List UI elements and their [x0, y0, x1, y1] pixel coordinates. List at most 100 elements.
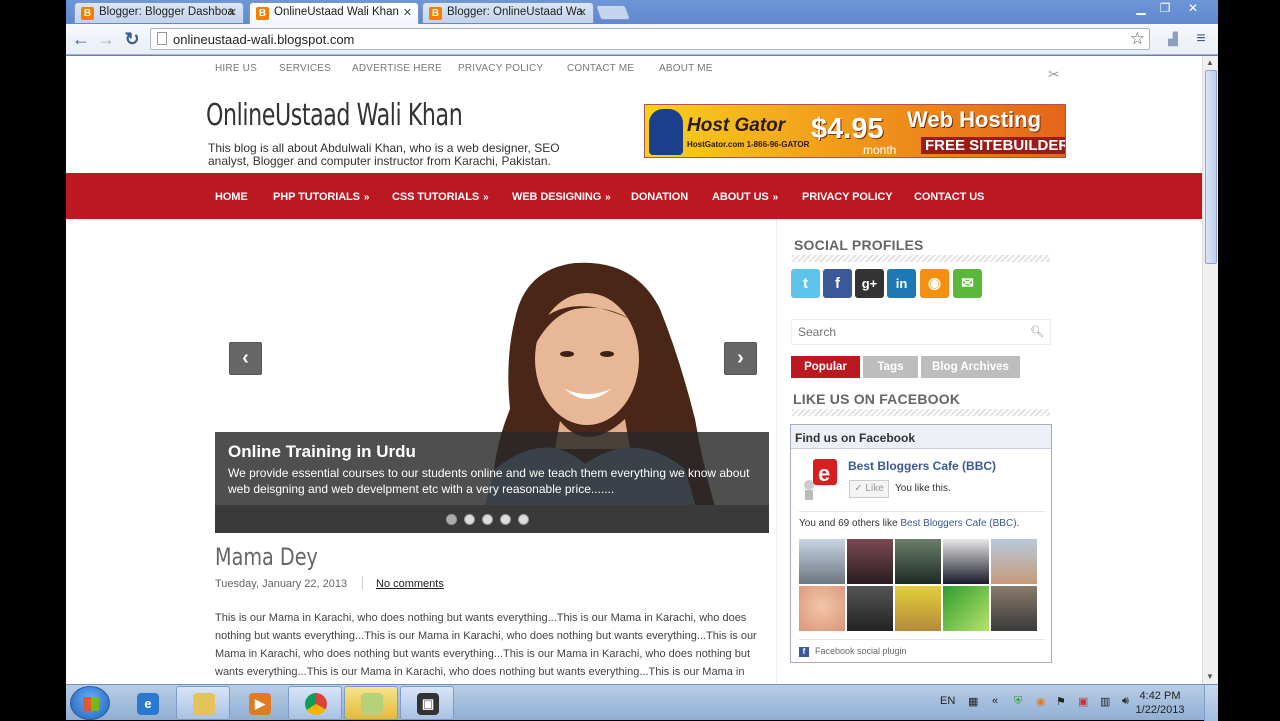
volume-icon[interactable]: 🔊︎	[1122, 695, 1129, 708]
address-bar[interactable]: ☆	[150, 28, 1150, 50]
nav-donation[interactable]: DONATION	[631, 191, 688, 203]
slide-caption: Online Training in Urdu We provide essen…	[215, 432, 769, 505]
post-date: Tuesday, January 22, 2013	[215, 578, 348, 590]
media-player-icon[interactable]: ▶	[232, 686, 286, 720]
twitter-icon[interactable]: t	[791, 269, 820, 298]
camera-app-icon[interactable]: ▣	[400, 686, 454, 720]
slide-caption-title[interactable]: Online Training in Urdu	[228, 442, 416, 462]
email-icon[interactable]: ✉	[953, 269, 982, 298]
notes-icon[interactable]	[344, 686, 398, 720]
slider-prev-button[interactable]: ‹	[229, 342, 262, 375]
fan-avatar[interactable]	[799, 539, 845, 584]
topnav-about-me[interactable]: ABOUT ME	[659, 63, 713, 74]
close-tab-icon[interactable]: ✕	[578, 6, 587, 19]
post-title[interactable]: Mama Dey	[215, 543, 318, 571]
tray-warning-icon[interactable]: ▣	[1078, 695, 1088, 708]
extension-icon[interactable]: ▟	[1162, 28, 1184, 50]
fan-avatar[interactable]	[991, 539, 1037, 584]
tab-blogger-onlineustaad[interactable]: B Blogger: OnlineUstaad Wa ✕	[422, 2, 594, 23]
slide-caption-text: We provide essential courses to our stud…	[228, 466, 750, 496]
restore-icon[interactable]: ❐	[1152, 0, 1178, 18]
fb-like-button[interactable]: ✓ Like	[849, 480, 889, 498]
slider-next-button[interactable]: ›	[724, 342, 757, 375]
fan-avatar[interactable]	[991, 586, 1037, 631]
site-title[interactable]: OnlineUstaad Wali Khan	[206, 98, 463, 133]
topnav-contact-me[interactable]: CONTACT ME	[567, 63, 634, 74]
nav-web-designing[interactable]: WEB DESIGNING»	[512, 191, 611, 203]
fan-avatar[interactable]	[895, 539, 941, 584]
hostgator-ad-banner[interactable]: Host Gator HostGator.com 1-866-96-GATOR $…	[644, 104, 1066, 158]
close-tab-icon[interactable]: ✕	[228, 6, 237, 19]
forward-arrow-icon[interactable]: →	[95, 28, 117, 50]
nav-php-tutorials[interactable]: PHP TUTORIALS»	[273, 191, 370, 203]
scroll-down-icon[interactable]: ▼	[1206, 672, 1214, 681]
slider-dot-2[interactable]	[464, 514, 475, 525]
close-tab-icon[interactable]: ✕	[403, 6, 412, 19]
fb-others-page-link[interactable]: Best Bloggers Cafe (BBC)	[900, 518, 1016, 529]
nav-css-tutorials[interactable]: CSS TUTORIALS»	[392, 191, 489, 203]
security-shield-icon[interactable]: ⛨	[1014, 695, 1022, 708]
fan-avatar[interactable]	[847, 539, 893, 584]
minimize-icon[interactable]: ▁	[1128, 0, 1154, 18]
linkedin-icon[interactable]: in	[887, 269, 916, 298]
google-plus-icon[interactable]: g+	[855, 269, 884, 298]
tools-icon[interactable]: ✂	[1048, 66, 1064, 82]
tab-onlineustaad[interactable]: B OnlineUstaad Wali Khan ✕	[249, 2, 419, 24]
start-button[interactable]	[70, 686, 110, 720]
tray-arrows-icon[interactable]: «	[992, 695, 998, 707]
topnav-privacy-policy[interactable]: PRIVACY POLICY	[458, 63, 543, 74]
network-icon[interactable]: ▥	[1100, 695, 1110, 708]
fan-avatar[interactable]	[943, 539, 989, 584]
nav-home[interactable]: HOME	[215, 191, 248, 203]
show-desktop-button[interactable]	[1204, 685, 1218, 721]
fb-box-header[interactable]: Find us on Facebook	[791, 425, 1051, 449]
nav-about-us[interactable]: ABOUT US»	[712, 191, 778, 203]
slider-dot-4[interactable]	[500, 514, 511, 525]
tab-blog-archives[interactable]: Blog Archives	[921, 356, 1020, 378]
slider-dot-5[interactable]	[518, 514, 529, 525]
windows-taskbar: e ▶ ▣ EN ▦ « ⛨ ◉ ⚑ ▣ ▥ 🔊︎ 4:42 PM 1/22/2…	[66, 684, 1218, 721]
new-tab-button[interactable]	[595, 5, 631, 20]
topnav-advertise-here[interactable]: ADVERTISE HERE	[352, 63, 442, 74]
fb-footer-text[interactable]: Facebook social plugin	[815, 646, 907, 656]
tab-tags[interactable]: Tags	[863, 356, 918, 378]
fan-avatar[interactable]	[847, 586, 893, 631]
internet-explorer-icon[interactable]: e	[120, 686, 174, 720]
rss-icon[interactable]: ◉	[920, 269, 949, 298]
language-indicator[interactable]: EN	[940, 695, 955, 707]
system-clock[interactable]: 4:42 PM 1/22/2013	[1130, 689, 1190, 717]
nav-privacy-policy[interactable]: PRIVACY POLICY	[802, 191, 893, 203]
tab-popular[interactable]: Popular	[791, 356, 860, 378]
search-icon[interactable]: 🔍︎	[1030, 325, 1044, 338]
tray-app-icon[interactable]: ▦	[968, 695, 978, 708]
page-viewport: HIRE US SERVICES ADVERTISE HERE PRIVACY …	[66, 56, 1202, 684]
action-center-flag-icon[interactable]: ⚑	[1056, 695, 1066, 708]
scrollbar-thumb[interactable]	[1205, 70, 1217, 264]
chrome-icon[interactable]	[288, 686, 342, 720]
url-input[interactable]	[173, 31, 1113, 48]
fan-avatar[interactable]	[799, 586, 845, 631]
facebook-icon[interactable]: f	[823, 269, 852, 298]
back-arrow-icon[interactable]: ←	[70, 28, 92, 50]
clock-time: 4:42 PM	[1139, 690, 1181, 702]
tab-blogger-dashboard[interactable]: B Blogger: Blogger Dashboa ✕	[74, 2, 244, 23]
menu-icon[interactable]: ≡	[1190, 28, 1212, 50]
fb-others-suffix: .	[1016, 518, 1020, 529]
vertical-scrollbar[interactable]: ▲ ▼	[1202, 56, 1218, 684]
fan-avatar[interactable]	[943, 586, 989, 631]
slider-dot-1[interactable]	[446, 514, 457, 525]
search-input[interactable]	[798, 325, 1028, 339]
post-comments-link[interactable]: No comments	[376, 578, 444, 590]
scroll-up-icon[interactable]: ▲	[1206, 58, 1214, 67]
reload-icon[interactable]: ↻	[121, 28, 143, 50]
close-window-icon[interactable]: ✕	[1178, 0, 1208, 18]
fb-page-name[interactable]: Best Bloggers Cafe (BBC)	[848, 459, 996, 473]
topnav-services[interactable]: SERVICES	[279, 63, 331, 74]
bookmark-star-icon[interactable]: ☆	[1130, 29, 1145, 49]
fan-avatar[interactable]	[895, 586, 941, 631]
nav-contact-us[interactable]: CONTACT US	[914, 191, 984, 203]
slider-dot-3[interactable]	[482, 514, 493, 525]
file-explorer-icon[interactable]	[176, 686, 230, 720]
topnav-hire-us[interactable]: HIRE US	[215, 63, 257, 74]
tray-update-icon[interactable]: ◉	[1036, 695, 1046, 708]
